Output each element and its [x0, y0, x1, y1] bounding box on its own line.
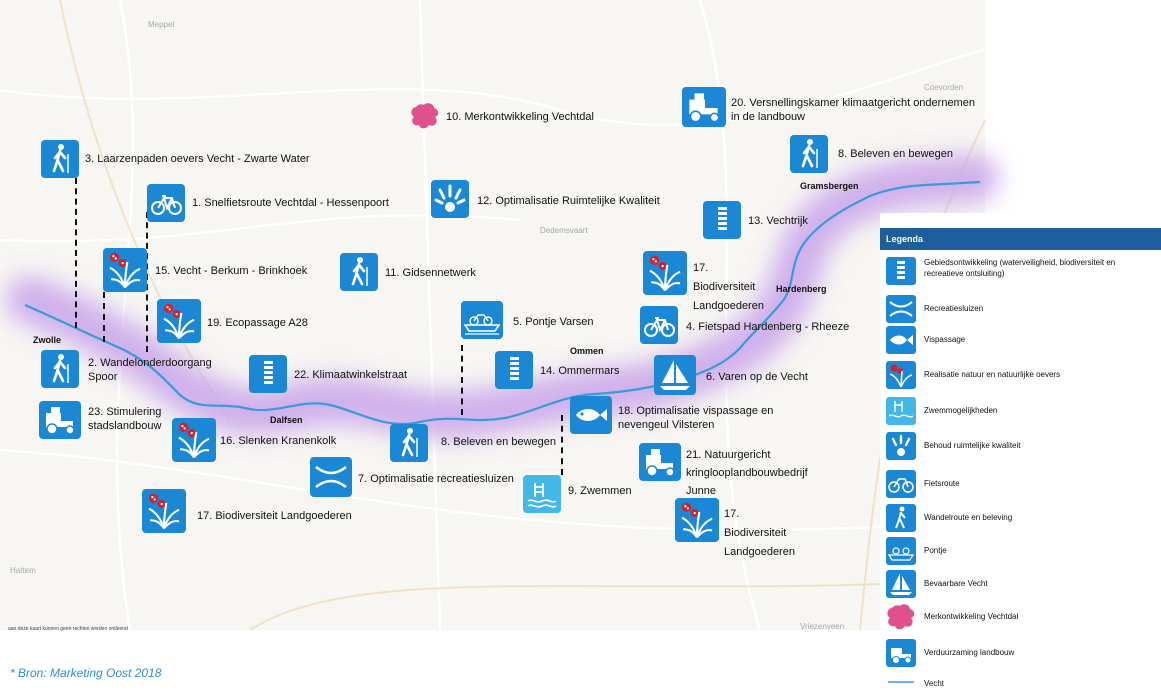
hiker-icon[interactable] [340, 253, 378, 291]
ladder-icon[interactable] [249, 355, 287, 393]
faint-place-dedemsvaart: Dedemsvaart [540, 226, 588, 235]
legend-item-label: Pontje [924, 546, 947, 555]
marker-label-21: 21. Natuurgericht kringlooplandbouwbedri… [686, 449, 808, 497]
marker-label-22: 22. Klimaatwinkelstraat [294, 369, 408, 381]
ladder-icon[interactable] [495, 351, 533, 389]
faint-place-coevorden: Coevorden [924, 83, 964, 92]
flowers-icon[interactable] [142, 489, 186, 533]
faint-place-hattem: Hattem [10, 566, 36, 575]
place-ommen: Ommen [570, 346, 604, 356]
spark-icon [886, 432, 916, 460]
tractor-icon[interactable] [639, 443, 681, 481]
marker-label-12: 12. Optimalisatie Ruimtelijke Kwaliteit [477, 195, 660, 207]
place-zwolle: Zwolle [33, 335, 62, 345]
marker-label-6: 6. Varen op de Vecht [706, 371, 808, 383]
faint-place-vriezenveen: Vriezenveen [800, 622, 845, 631]
legend-title: Legenda [880, 228, 1161, 250]
ladder-icon[interactable] [703, 201, 741, 239]
marker-label-4: 4. Fietspad Hardenberg - Rheeze [686, 321, 850, 333]
hiker-icon[interactable] [41, 140, 79, 178]
marker-label-17a: 17. Biodiversiteit Landgoederen [197, 510, 352, 522]
marker-label-3: 3. Laarzenpaden oevers Vecht - Zwarte Wa… [85, 153, 310, 165]
leader-line [103, 292, 105, 342]
marker-label-19: 19. Ecopassage A28 [207, 317, 308, 329]
fish-icon[interactable] [570, 396, 612, 434]
tractor-icon[interactable] [682, 87, 726, 127]
brand-blob-icon[interactable] [410, 102, 440, 130]
leader-line [75, 178, 77, 328]
marker-label-8b: 8. Beleven en bewegen [838, 148, 953, 160]
map-disclaimer: aan deze kaart kunnen geen rechten worde… [8, 626, 128, 632]
legend-item-label: Bevaarbare Vecht [924, 579, 988, 588]
leader-line [561, 415, 563, 475]
marker-label-17b: 17. Biodiversiteit Landgoederen [693, 262, 764, 312]
legend-item-label: Zwemmogelijkheden [924, 406, 998, 415]
place-hardenberg: Hardenberg [776, 284, 827, 294]
marker-label-2: 2. Wandelonderdoorgang Spoor [88, 357, 212, 383]
flowers-icon [886, 361, 916, 389]
flowers-icon[interactable] [643, 251, 687, 295]
bicycle-icon[interactable] [640, 306, 678, 344]
legend-item-label: Fietsroute [924, 479, 960, 488]
swimming-icon [886, 397, 916, 425]
marker-label-13: 13. Vechtrijk [748, 215, 808, 227]
swimming-icon[interactable] [523, 475, 561, 513]
leader-line [461, 345, 463, 415]
spark-icon[interactable] [431, 180, 469, 218]
marker-label-18: 18. Optimalisatie vispassage en nevengeu… [618, 405, 774, 431]
tractor-icon [886, 639, 916, 667]
marker-label-15: 15. Vecht - Berkum - Brinkhoek [155, 265, 308, 277]
river-line-icon [886, 677, 916, 687]
lock-icon [886, 295, 916, 323]
sailboat-icon [886, 570, 916, 598]
legend-item-label: Vispassage [924, 335, 966, 344]
legend-item-label: Wandelroute en beleving [924, 513, 1013, 522]
marker-label-9: 9. Zwemmen [568, 485, 632, 497]
sailboat-icon[interactable] [654, 355, 696, 395]
marker-label-10: 10. Merkontwikkeling Vechtdal [446, 111, 594, 123]
hiker-icon[interactable] [390, 424, 428, 462]
flowers-icon[interactable] [675, 498, 719, 542]
ladder-icon [886, 257, 916, 285]
legend-panel: Legenda Gebiedsontwikkeling (waterveilig… [880, 213, 1161, 694]
ferry-icon[interactable] [461, 301, 503, 339]
marker-label-5: 5. Pontje Varsen [513, 316, 594, 328]
legend-item-label: Merkontwikkeling Vechtdal [924, 612, 1019, 621]
place-dalfsen: Dalfsen [270, 415, 303, 425]
marker-label-7: 7. Optimalisatie recreatiesluizen [358, 473, 514, 485]
legend-item-label: Verduurzaming landbouw [924, 648, 1015, 657]
source-note: * Bron: Marketing Oost 2018 [10, 666, 162, 680]
fish-icon [886, 326, 916, 354]
marker-label-23: 23. Stimulering stadslandbouw [88, 406, 162, 432]
bicycle-icon[interactable] [147, 184, 185, 222]
legend-item-label: Behoud ruimtelijke kwaliteit [924, 441, 1021, 450]
marker-label-11: 11. Gidsennetwerk [385, 267, 476, 279]
hiker-icon[interactable] [790, 135, 828, 173]
tractor-icon[interactable] [39, 401, 81, 439]
bicycle-icon [886, 470, 916, 498]
flowers-icon[interactable] [103, 248, 147, 292]
brand-blob-icon [886, 603, 916, 631]
marker-label-16: 16. Slenken Kranenkolk [220, 435, 337, 447]
hiker-icon[interactable] [41, 350, 79, 388]
marker-label-1: 1. Snelfietsroute Vechtdal - Hessenpoort [192, 197, 389, 209]
ferry-icon [886, 537, 916, 565]
marker-label-17c: 17. Biodiversiteit Landgoederen [724, 508, 795, 558]
lock-icon[interactable] [310, 457, 352, 497]
marker-label-20: 20. Versnellingskamer klimaatgericht ond… [731, 97, 975, 123]
flowers-icon[interactable] [157, 299, 201, 343]
marker-label-14: 14. Ommermars [540, 365, 620, 377]
legend-item-label: Vecht [924, 679, 945, 688]
legend-item-label: Recreatiesluizen [924, 304, 984, 313]
flowers-icon[interactable] [172, 418, 216, 462]
marker-label-8a: 8. Beleven en bewegen [441, 436, 556, 448]
faint-place-meppel: Meppel [148, 20, 175, 29]
place-gramsbergen: Gramsbergen [800, 181, 859, 191]
legend-item-label: Realisatie natuur en natuurlijke oevers [924, 370, 1061, 379]
hiker-icon [886, 504, 916, 532]
legend-item-label: Gebiedsontwikkeling (waterveiligheid, bi… [924, 258, 1116, 278]
